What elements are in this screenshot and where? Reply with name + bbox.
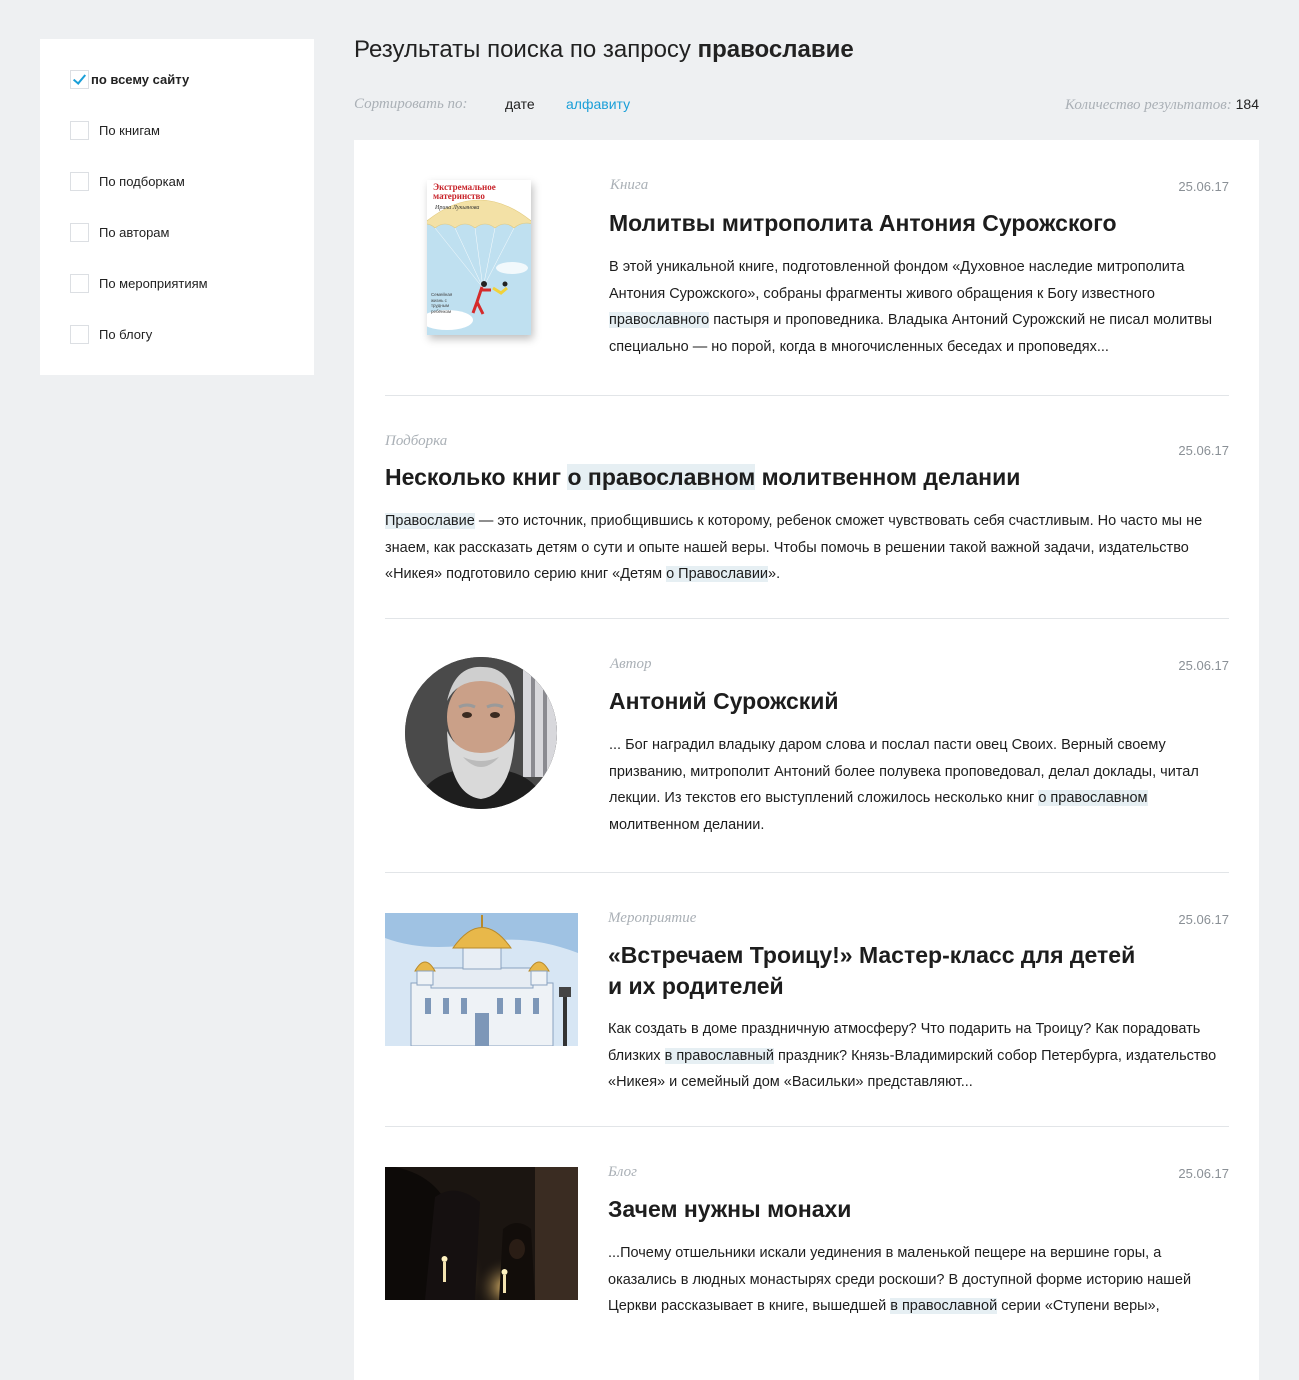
checkbox-icon[interactable] — [70, 274, 89, 293]
filter-label: По авторам — [99, 225, 170, 240]
result-item-blog: Блог 25.06.17 Зачем нужны монахи ...Поче… — [385, 1127, 1229, 1377]
title-prefix: Результаты поиска по запросу — [354, 36, 698, 63]
checkbox-icon[interactable] — [70, 172, 89, 191]
filter-books[interactable]: По книгам — [70, 121, 160, 140]
result-snippet: Православие — это источник, приобщившись… — [385, 508, 1229, 588]
snippet-text: молитвенном делании. — [609, 816, 765, 833]
snippet-text: серии «Ступени веры», — [997, 1298, 1160, 1314]
sort-label: Сортировать по: — [354, 96, 468, 112]
query-highlight: в православной — [890, 1298, 998, 1314]
result-date: 25.06.17 — [1178, 443, 1229, 458]
query-highlight: Православие — [385, 513, 475, 529]
query-highlight: о православном — [1038, 790, 1148, 806]
query-highlight: православного — [609, 312, 710, 328]
result-snippet: ...Почему отшельники искали уединения в … — [608, 1240, 1230, 1320]
results-count-label: Количество результатов: — [1065, 97, 1232, 113]
snippet-text: В этой уникальной книге, подготовленной … — [609, 259, 1185, 302]
author-portrait-icon — [405, 657, 557, 809]
query-highlight: в православный — [664, 1047, 774, 1064]
result-date: 25.06.17 — [1178, 179, 1229, 194]
result-type: Мероприятие — [608, 910, 697, 926]
result-snippet: Как создать в доме праздничную атмосферу… — [608, 1016, 1230, 1096]
query-highlight: о Православии — [666, 566, 769, 582]
result-type: Блог — [608, 1164, 637, 1180]
result-title-link[interactable]: Несколько книг о православном молитвенно… — [385, 462, 1020, 493]
results-panel: Экстремальное материнство Ирина Лукьянов… — [354, 140, 1259, 1380]
results-count: Количество результатов: 184 — [1065, 96, 1259, 114]
author-photo[interactable] — [405, 657, 557, 809]
checkbox-icon[interactable] — [70, 121, 89, 140]
snippet-text: Несколько книг — [385, 464, 568, 490]
result-title-link[interactable]: Молитвы митрополита Антония Сурожского — [609, 208, 1117, 239]
result-date: 25.06.17 — [1178, 658, 1229, 673]
filter-sidebar: по всему сайту По книгам По подборкам По… — [40, 39, 314, 375]
sort-by-date-link[interactable]: дате — [505, 96, 535, 112]
filter-events[interactable]: По мероприятиям — [70, 274, 208, 293]
checkbox-icon[interactable] — [70, 325, 89, 344]
snippet-text: молитвенном делании — [755, 464, 1021, 490]
result-title-link[interactable]: Зачем нужны монахи — [608, 1194, 851, 1225]
result-snippet: ... Бог наградил владыку даром слова и п… — [609, 732, 1229, 838]
result-item-book: Экстремальное материнство Ирина Лукьянов… — [385, 140, 1229, 395]
filter-label: По подборкам — [99, 174, 185, 189]
result-item-author: Автор 25.06.17 Антоний Сурожский ... Бог… — [385, 619, 1229, 873]
query-highlight: о православном — [567, 464, 756, 490]
filter-blog[interactable]: По блогу — [70, 325, 152, 344]
page-title: Результаты поиска по запросу православие — [354, 36, 854, 64]
filter-all-site[interactable]: по всему сайту — [70, 70, 189, 89]
cathedral-illustration-icon — [385, 913, 578, 1046]
filter-collections[interactable]: По подборкам — [70, 172, 185, 191]
sort-by-alphabet-link[interactable]: алфавиту — [566, 96, 630, 112]
snippet-text: — это источник, приобщившись к которому,… — [385, 513, 1203, 582]
filter-authors[interactable]: По авторам — [70, 223, 169, 242]
result-type: Автор — [610, 656, 652, 672]
blog-image[interactable] — [385, 1167, 578, 1300]
monks-photo-icon — [385, 1167, 578, 1300]
snippet-text: ». — [768, 566, 781, 582]
book-cover-title: Экстремальное материнство — [433, 182, 496, 201]
result-date: 25.06.17 — [1178, 1166, 1229, 1181]
book-cover-author: Ирина Лукьянова — [435, 205, 480, 211]
book-cover-tagline: Семейная жизнь с трудным ребёнком — [431, 292, 453, 314]
checkbox-checked-icon[interactable] — [70, 70, 89, 89]
result-title-link[interactable]: «Встречаем Троицу!» Мастер-класс для дет… — [608, 940, 1135, 1002]
search-query: православие — [697, 36, 854, 63]
filter-label: по всему сайту — [91, 72, 190, 87]
book-cover-image[interactable]: Экстремальное материнство Ирина Лукьянов… — [427, 180, 531, 335]
filter-label: По блогу — [99, 327, 153, 342]
checkbox-icon[interactable] — [70, 223, 89, 242]
results-count-value: 184 — [1235, 96, 1259, 112]
filter-label: По мероприятиям — [99, 276, 208, 291]
event-image[interactable] — [385, 913, 578, 1046]
result-title-link[interactable]: Антоний Сурожский — [609, 686, 839, 717]
result-date: 25.06.17 — [1178, 912, 1229, 927]
result-snippet: В этой уникальной книге, подготовленной … — [609, 254, 1229, 360]
result-type: Подборка — [385, 433, 448, 449]
result-type: Книга — [610, 177, 649, 193]
result-item-event: Мероприятие 25.06.17 «Встречаем Троицу!»… — [385, 873, 1229, 1127]
filter-label: По книгам — [99, 123, 160, 138]
sort-bar: Сортировать по: дате алфавиту Количество… — [354, 96, 1259, 116]
result-item-collection: Подборка 25.06.17 Несколько книг о право… — [385, 396, 1229, 619]
